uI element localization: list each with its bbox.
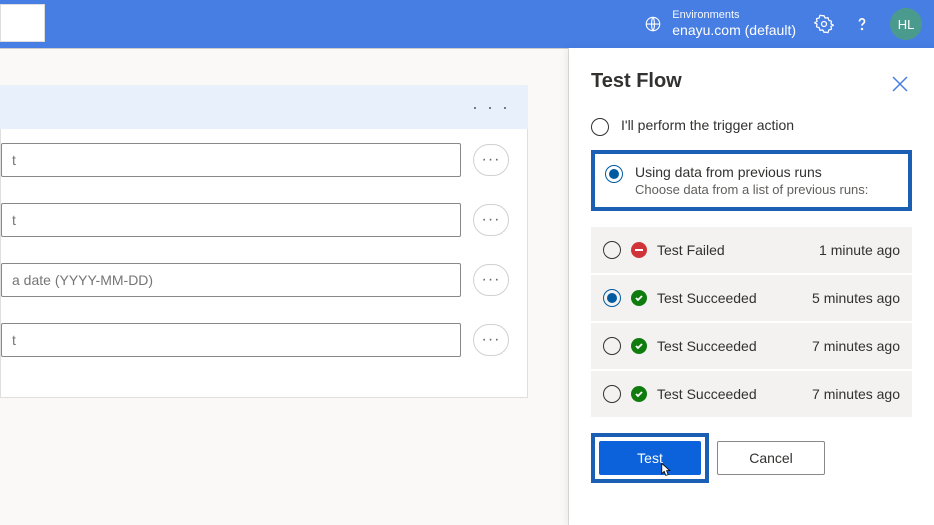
field-row: ··· [1,323,509,357]
card-menu-icon[interactable]: · · · [472,97,510,118]
field-more-button[interactable]: ··· [473,324,509,356]
previous-runs-list: Test Failed 1 minute ago Test Succeeded 5 m… [591,227,912,419]
radio-option-manual[interactable]: I'll perform the trigger action [591,111,912,142]
field-more-button[interactable]: ··· [473,204,509,236]
help-icon[interactable] [852,14,872,34]
run-item[interactable]: Test Succeeded 7 minutes ago [591,323,912,371]
radio-label: Using data from previous runs [635,164,868,180]
panel-buttons: Test Cancel [591,433,912,483]
environment-label: Environments [672,9,796,22]
field-row: ··· [1,143,509,177]
run-item[interactable]: Test Succeeded 7 minutes ago [591,371,912,419]
run-label: Test Failed [657,242,809,258]
radio-icon-selected [605,165,623,183]
text-input-4[interactable] [1,323,461,357]
text-input-1[interactable] [1,143,461,177]
run-item[interactable]: Test Failed 1 minute ago [591,227,912,275]
radio-icon [603,241,621,259]
run-time: 1 minute ago [819,242,900,258]
radio-option-previous-runs[interactable]: Using data from previous runs Choose dat… [605,162,898,199]
flow-designer-area: · · · ··· ··· ··· ··· [0,48,569,525]
run-item[interactable]: Test Succeeded 5 minutes ago [591,275,912,323]
panel-title: Test Flow [591,70,912,93]
search-box-partial[interactable] [0,4,45,42]
run-label: Test Succeeded [657,290,802,306]
test-button[interactable]: Test [599,441,701,475]
radio-icon [603,337,621,355]
environment-value: enayu.com (default) [672,22,796,39]
radio-icon [591,118,609,136]
close-icon[interactable] [888,72,912,96]
field-more-button[interactable]: ··· [473,144,509,176]
settings-icon[interactable] [814,14,834,34]
status-success-icon [631,386,647,402]
run-time: 5 minutes ago [812,290,900,306]
text-input-2[interactable] [1,203,461,237]
status-success-icon [631,290,647,306]
run-label: Test Succeeded [657,338,802,354]
globe-icon [644,15,662,33]
radio-label: I'll perform the trigger action [621,117,794,133]
environment-picker[interactable]: Environments enayu.com (default) [644,9,796,39]
user-avatar[interactable]: HL [890,8,922,40]
date-input[interactable] [1,263,461,297]
annotation-highlight: Test [591,433,709,483]
radio-icon [603,289,621,307]
radio-icon [603,385,621,403]
status-success-icon [631,338,647,354]
cancel-button[interactable]: Cancel [717,441,825,475]
field-row: ··· [1,263,509,297]
field-row: ··· [1,203,509,237]
test-flow-panel: Test Flow I'll perform the trigger actio… [569,48,934,525]
field-more-button[interactable]: ··· [473,264,509,296]
flow-step-card: · · · ··· ··· ··· ··· [0,85,528,398]
run-label: Test Succeeded [657,386,802,402]
run-time: 7 minutes ago [812,386,900,402]
annotation-highlight: Using data from previous runs Choose dat… [591,150,912,211]
radio-sublabel: Choose data from a list of previous runs… [635,182,868,197]
app-header: Environments enayu.com (default) HL [0,0,934,48]
card-header: · · · [0,85,528,129]
run-time: 7 minutes ago [812,338,900,354]
status-failed-icon [631,242,647,258]
